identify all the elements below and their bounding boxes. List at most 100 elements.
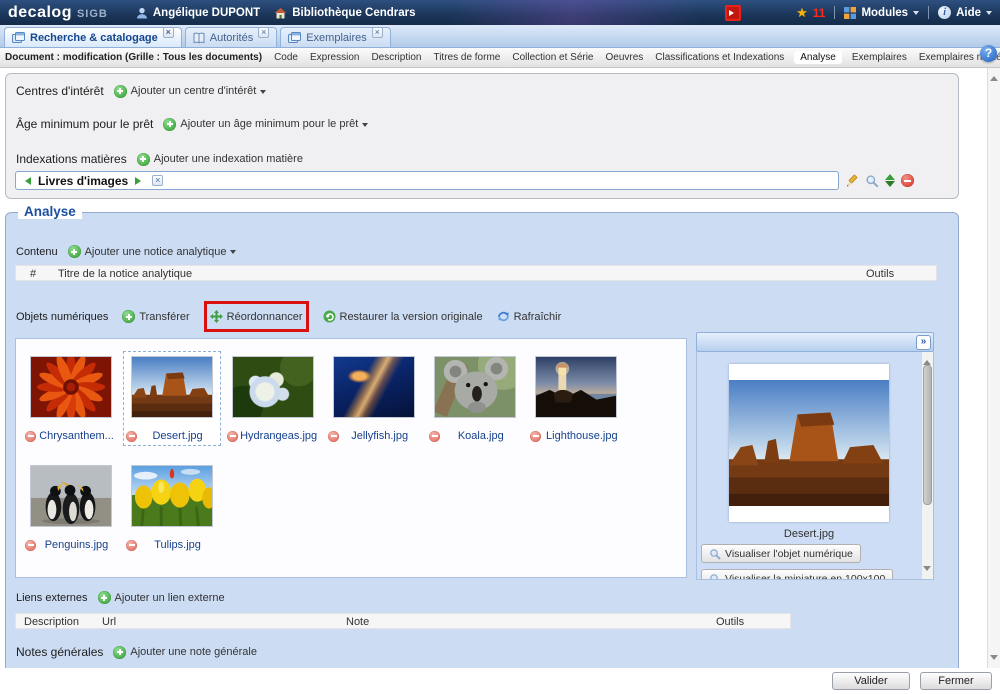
preview-body: Desert.jpg Visualiser l'objet numérique … [696, 352, 934, 580]
add-centre-interet-button[interactable]: Ajouter un centre d'intérêt [114, 85, 267, 98]
help-icon[interactable] [980, 45, 997, 62]
remove-object-icon[interactable] [530, 431, 541, 442]
fermer-button[interactable]: Fermer [920, 672, 992, 690]
remove-object-icon[interactable] [429, 431, 440, 442]
thumbnail-image-tulips[interactable] [131, 465, 213, 527]
valider-button[interactable]: Valider [832, 672, 910, 690]
preview-scrollbar[interactable] [921, 352, 933, 579]
digital-object-hydrangeas[interactable]: Hydrangeas.jpg [224, 351, 322, 446]
analyse-section-title: Analyse [18, 204, 82, 219]
next-arrow-icon[interactable] [135, 177, 145, 185]
favorites[interactable]: ★ 11 [796, 5, 825, 21]
visualize-thumbnail-button[interactable]: Visualiser la miniature en 100x100 [701, 569, 893, 580]
add-note-generale-button[interactable]: Ajouter une note générale [113, 646, 257, 659]
add-lien-externe-button[interactable]: Ajouter un lien externe [98, 591, 225, 604]
remove-object-icon[interactable] [126, 540, 137, 551]
docnav-oeuvres[interactable]: Oeuvres [604, 51, 646, 64]
file-name[interactable]: Lighthouse.jpg [541, 430, 622, 442]
close-icon[interactable] [258, 27, 269, 38]
add-age-minimum-button[interactable]: Ajouter un âge minimum pour le prêt [163, 118, 368, 131]
star-icon: ★ [796, 5, 808, 21]
thumbnail-image-penguins[interactable] [30, 465, 112, 527]
rafraichir-button[interactable]: Rafraîchir [497, 310, 562, 323]
sort-arrows-icon[interactable] [885, 169, 895, 192]
file-name[interactable]: Tulips.jpg [137, 539, 218, 551]
centres-interet-label: Centres d'intérêt [16, 84, 104, 98]
visualize-object-button[interactable]: Visualiser l'objet numérique [701, 544, 861, 563]
restaurer-button[interactable]: Restaurer la version originale [323, 310, 483, 323]
digital-object-desert[interactable]: Desert.jpg [123, 351, 221, 446]
scroll-down-icon[interactable] [923, 566, 931, 575]
remove-object-icon[interactable] [25, 431, 36, 442]
notification-icon[interactable] [725, 5, 741, 21]
tab-autorites[interactable]: Autorités [185, 27, 277, 47]
notes-generales-row: Notes générales Ajouter une note général… [16, 645, 257, 659]
scrollbar-thumb[interactable] [923, 365, 932, 505]
magnifier-icon[interactable] [865, 174, 879, 188]
thumbnail-image-hydrangeas[interactable] [232, 356, 314, 418]
digital-object-jellyfish[interactable]: Jellyfish.jpg [325, 351, 423, 446]
docnav-expression[interactable]: Expression [308, 51, 361, 64]
add-icon [137, 153, 150, 166]
file-name[interactable]: Penguins.jpg [36, 539, 117, 551]
docnav-description[interactable]: Description [369, 51, 423, 64]
thumbnail-image-jellyfish[interactable] [333, 356, 415, 418]
digital-object-koala[interactable]: Koala.jpg [426, 351, 524, 446]
current-user[interactable]: Angélique DUPONT [136, 7, 260, 19]
main-scrollbar[interactable] [987, 68, 1000, 668]
divider [928, 6, 929, 19]
current-library[interactable]: Bibliothèque Cendrars [274, 7, 415, 19]
scroll-up-icon[interactable] [990, 72, 998, 81]
add-indexation-button[interactable]: Ajouter une indexation matière [137, 153, 303, 166]
docnav-code[interactable]: Code [272, 51, 300, 64]
tab-recherche-catalogage[interactable]: Recherche & catalogage [4, 27, 182, 47]
file-name[interactable]: Koala.jpg [440, 430, 521, 442]
age-minimum-row: Âge minimum pour le prêt Ajouter un âge … [16, 117, 368, 131]
indexation-value-field[interactable]: Livres d'images [15, 171, 839, 190]
document-nav: Code Expression Description Titres de fo… [272, 51, 1000, 64]
reordonnancer-button[interactable]: Réordonnancer [210, 310, 303, 323]
remove-object-icon[interactable] [126, 431, 137, 442]
prev-arrow-icon[interactable] [21, 177, 31, 185]
action-label: Rafraîchir [514, 311, 562, 323]
age-minimum-label: Âge minimum pour le prêt [16, 117, 153, 131]
chevron-down-icon [986, 11, 992, 18]
file-name[interactable]: Hydrangeas.jpg [238, 430, 319, 442]
digital-object-penguins[interactable]: Penguins.jpg [22, 460, 120, 555]
thumbnail-image-lighthouse[interactable] [535, 356, 617, 418]
pencil-icon[interactable] [845, 174, 859, 188]
thumbnail-image-desert[interactable] [131, 356, 213, 418]
add-notice-analytique-button[interactable]: Ajouter une notice analytique [68, 245, 237, 258]
scroll-up-icon[interactable] [923, 356, 931, 365]
close-icon[interactable] [372, 27, 383, 38]
modules-menu[interactable]: Modules [844, 7, 919, 19]
aide-menu[interactable]: i Aide [938, 6, 992, 19]
chevron-down-icon [230, 250, 236, 257]
file-name[interactable]: Jellyfish.jpg [339, 430, 420, 442]
file-name[interactable]: Chrysanthem... [36, 430, 117, 442]
digital-object-chrysanthemum[interactable]: Chrysanthem... [22, 351, 120, 446]
transferer-button[interactable]: Transférer [122, 310, 189, 323]
collapse-icon[interactable] [916, 335, 931, 350]
delete-icon[interactable] [901, 174, 914, 187]
close-icon[interactable] [163, 27, 174, 38]
thumbnail-image-chrysanthemum[interactable] [30, 356, 112, 418]
file-name[interactable]: Desert.jpg [137, 430, 218, 442]
remove-object-icon[interactable] [25, 540, 36, 551]
docnav-analyse[interactable]: Analyse [794, 51, 842, 64]
docnav-exemplaires[interactable]: Exemplaires [850, 51, 909, 64]
digital-object-lighthouse[interactable]: Lighthouse.jpg [527, 351, 625, 446]
remove-object-icon[interactable] [328, 431, 339, 442]
tab-exemplaires[interactable]: Exemplaires [280, 27, 391, 47]
indexation-value[interactable]: Livres d'images [38, 174, 128, 188]
docnav-titres-de-forme[interactable]: Titres de forme [431, 51, 502, 64]
remove-object-icon[interactable] [227, 431, 238, 442]
docnav-collection-serie[interactable]: Collection et Série [510, 51, 595, 64]
remove-value-icon[interactable] [152, 175, 163, 186]
preview-image-box [729, 364, 889, 522]
reordonnancer-wrapper: Réordonnancer [204, 301, 309, 332]
scroll-down-icon[interactable] [990, 655, 998, 664]
docnav-classifications[interactable]: Classifications et Indexations [653, 51, 786, 64]
thumbnail-image-koala[interactable] [434, 356, 516, 418]
digital-object-tulips[interactable]: Tulips.jpg [123, 460, 221, 555]
